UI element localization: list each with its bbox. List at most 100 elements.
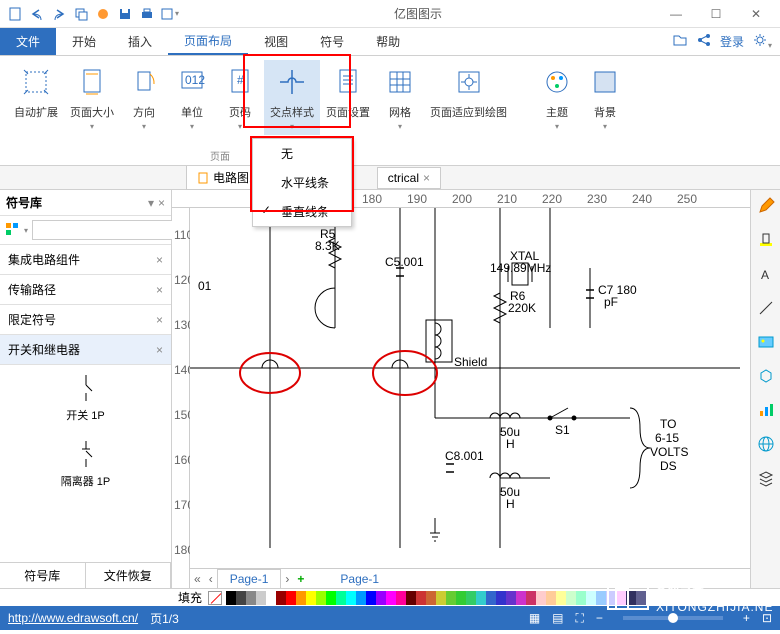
dropdown-horiz[interactable]: 水平线条 (253, 168, 351, 197)
ribbon-theme[interactable]: 主题 ▾ (533, 60, 581, 135)
ribbon-autoexpand[interactable]: 自动扩展 (8, 60, 64, 124)
close-icon[interactable]: × (156, 343, 163, 357)
color-swatch[interactable] (536, 591, 546, 605)
category-transmission[interactable]: 传输路径× (0, 275, 171, 305)
color-swatch[interactable] (396, 591, 406, 605)
zoom-out-button[interactable]: − (596, 611, 603, 625)
zoom-in-button[interactable]: + (743, 611, 750, 625)
color-swatch[interactable] (566, 591, 576, 605)
view-outline-icon[interactable]: ▤ (552, 611, 563, 625)
rt-image-icon[interactable] (754, 330, 778, 354)
shape-switch-1p[interactable]: 开关 1P (8, 373, 163, 423)
ribbon-pagesetup[interactable]: 页面设置 (320, 60, 376, 124)
close-icon[interactable]: × (156, 253, 163, 267)
color-swatch[interactable] (376, 591, 386, 605)
rt-highlight-icon[interactable] (754, 228, 778, 252)
qa-copy-icon[interactable] (70, 3, 92, 25)
color-swatch[interactable] (446, 591, 456, 605)
page-tab-1[interactable]: Page-1 (217, 569, 282, 589)
ribbon-direction[interactable]: 方向 ▾ (120, 60, 168, 135)
zoom-fit-icon[interactable]: ⊡ (762, 611, 772, 625)
ribbon-background[interactable]: 背景 ▾ (581, 60, 629, 135)
close-icon[interactable]: × (156, 283, 163, 297)
category-qualifier[interactable]: 限定符号× (0, 305, 171, 335)
ribbon-unit[interactable]: 012 单位 ▾ (168, 60, 216, 135)
doc-tab-2[interactable]: ctrical × (377, 167, 441, 189)
qa-color-icon[interactable] (92, 3, 114, 25)
qa-export-icon[interactable]: ▾ (158, 3, 180, 25)
color-swatch[interactable] (436, 591, 446, 605)
close-icon[interactable]: × (158, 196, 165, 210)
color-swatch[interactable] (476, 591, 486, 605)
menu-file[interactable]: 文件 (0, 28, 56, 55)
color-swatch[interactable] (526, 591, 536, 605)
ribbon-pagesize[interactable]: 页面大小 ▾ (64, 60, 120, 135)
qa-save-icon[interactable] (114, 3, 136, 25)
ribbon-pagenum[interactable]: # 页码 ▾ (216, 60, 264, 135)
color-swatch[interactable] (356, 591, 366, 605)
folder-icon[interactable] (672, 32, 688, 51)
color-swatch[interactable] (516, 591, 526, 605)
window-close-button[interactable]: ✕ (736, 0, 776, 28)
color-swatch[interactable] (426, 591, 436, 605)
settings-icon[interactable]: ▾ (752, 32, 772, 51)
color-swatch[interactable] (296, 591, 306, 605)
panel-tab-library[interactable]: 符号库 (0, 563, 86, 588)
qa-print-icon[interactable] (136, 3, 158, 25)
menu-pagelayout[interactable]: 页面布局 (168, 28, 248, 55)
color-swatch[interactable] (586, 591, 596, 605)
no-fill-icon[interactable] (208, 591, 222, 605)
login-link[interactable]: 登录 (720, 33, 744, 50)
color-swatch[interactable] (286, 591, 296, 605)
color-swatch[interactable] (466, 591, 476, 605)
color-swatch[interactable] (406, 591, 416, 605)
color-swatch[interactable] (306, 591, 316, 605)
color-swatch[interactable] (626, 591, 636, 605)
zoom-slider[interactable] (623, 616, 723, 620)
color-swatch[interactable] (496, 591, 506, 605)
qa-redo-icon[interactable] (48, 3, 70, 25)
color-swatch[interactable] (616, 591, 626, 605)
ribbon-fitdrawing[interactable]: 页面适应到绘图 (424, 60, 513, 124)
rt-globe-icon[interactable] (754, 432, 778, 456)
window-maximize-button[interactable]: ☐ (696, 0, 736, 28)
rt-pencil-icon[interactable] (754, 194, 778, 218)
color-swatch[interactable] (416, 591, 426, 605)
close-icon[interactable]: × (156, 313, 163, 327)
rt-chart-icon[interactable] (754, 398, 778, 422)
chevron-down-icon[interactable]: ▾ (148, 196, 154, 210)
color-swatch[interactable] (596, 591, 606, 605)
ribbon-grid[interactable]: 网格 ▾ (376, 60, 424, 135)
color-swatch[interactable] (456, 591, 466, 605)
menu-start[interactable]: 开始 (56, 28, 112, 55)
window-minimize-button[interactable]: — (656, 0, 696, 28)
color-swatch[interactable] (606, 591, 616, 605)
dropdown-vert[interactable]: ✓垂直线条 (253, 197, 351, 226)
dropdown-none[interactable]: 无 (253, 139, 351, 168)
color-swatch[interactable] (636, 591, 646, 605)
view-single-icon[interactable]: ▦ (529, 611, 540, 625)
shape-isolator-1p[interactable]: 隔离器 1P (8, 439, 163, 489)
color-swatch[interactable] (316, 591, 326, 605)
status-url[interactable]: http://www.edrawsoft.cn/ (8, 611, 138, 625)
drawing-canvas[interactable]: R5 8.3K C5.001 XTAL 149.89MHz R6 220K C7… (190, 208, 750, 568)
library-icon[interactable] (4, 221, 20, 240)
color-swatch[interactable] (236, 591, 246, 605)
color-swatch[interactable] (326, 591, 336, 605)
color-swatch[interactable] (486, 591, 496, 605)
rt-layers-icon[interactable] (754, 466, 778, 490)
qa-undo-icon[interactable] (26, 3, 48, 25)
rt-line-icon[interactable] (754, 296, 778, 320)
page-nav-next[interactable]: › (281, 572, 293, 586)
color-swatch[interactable] (336, 591, 346, 605)
close-icon[interactable]: × (423, 171, 430, 185)
color-swatch[interactable] (576, 591, 586, 605)
color-swatch[interactable] (366, 591, 376, 605)
color-swatch[interactable] (266, 591, 276, 605)
rt-text-icon[interactable]: A (754, 262, 778, 286)
color-swatch[interactable] (386, 591, 396, 605)
rt-3d-icon[interactable] (754, 364, 778, 388)
menu-insert[interactable]: 插入 (112, 28, 168, 55)
color-swatch[interactable] (546, 591, 556, 605)
menu-view[interactable]: 视图 (248, 28, 304, 55)
